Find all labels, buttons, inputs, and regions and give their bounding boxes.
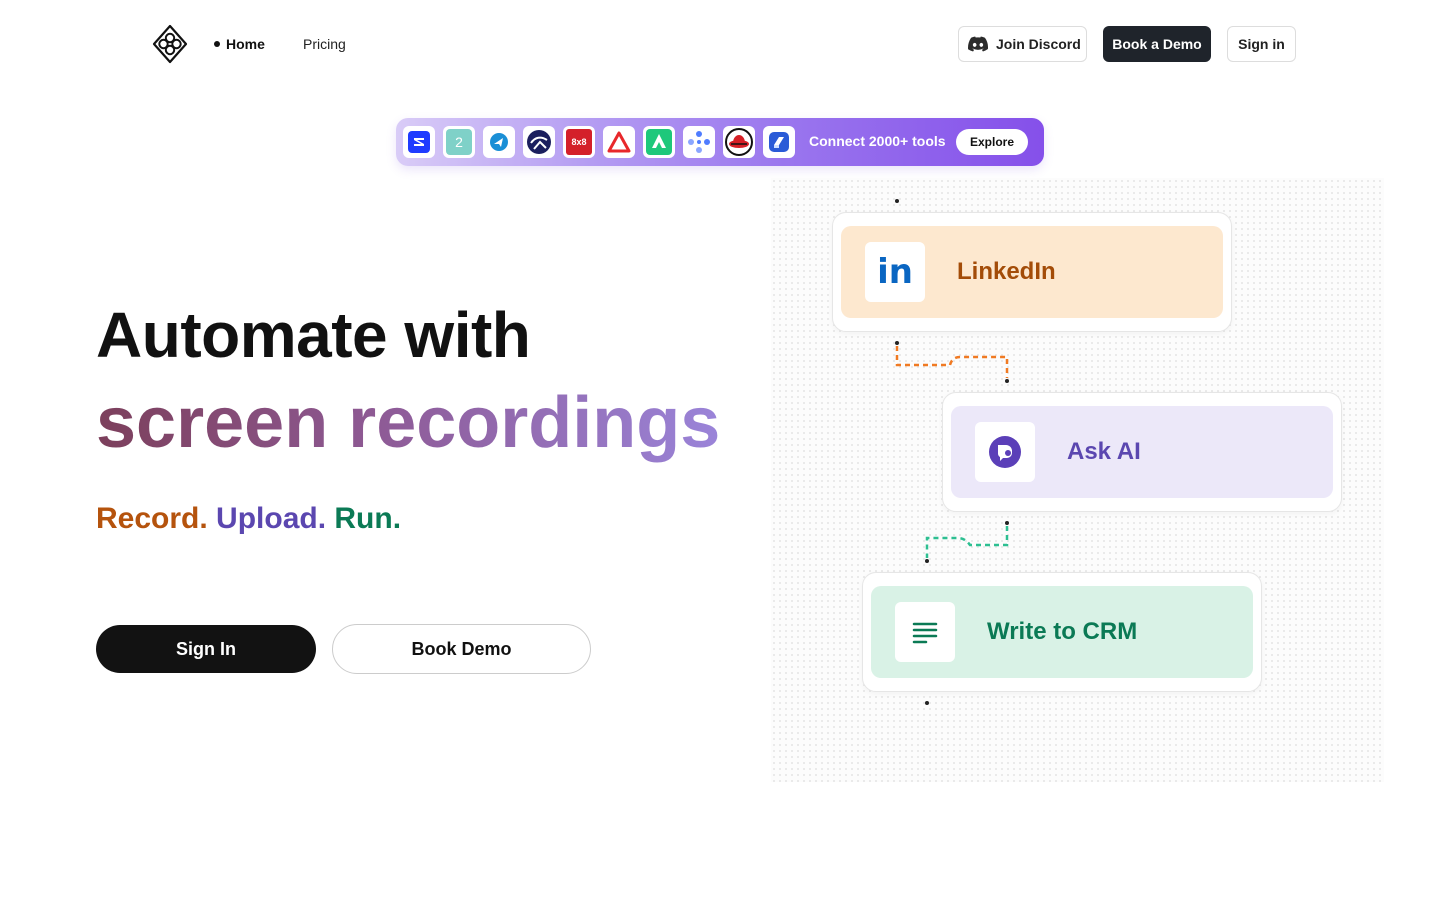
workflow-node-linkedin-label: LinkedIn: [957, 258, 1056, 285]
linkedin-icon: in: [865, 242, 925, 302]
hero-tagline: Record. Upload. Run.: [96, 502, 401, 536]
connect-tools-text: Connect 2000+ tools: [809, 133, 946, 149]
top-navigation: Home Pricing Join Discord Book a Demo Si…: [0, 0, 1440, 90]
blue-cube-logo-icon: [763, 126, 795, 158]
number-two-logo-icon: 2: [443, 126, 475, 158]
blue-square-logo-icon: [403, 126, 435, 158]
explore-button[interactable]: Explore: [956, 129, 1028, 155]
8x8-logo-icon: 8x8: [563, 126, 595, 158]
hero-sign-in-button[interactable]: Sign In: [96, 625, 316, 673]
red-hat-logo-icon: [723, 126, 755, 158]
tagline-record: Record.: [96, 502, 208, 535]
book-a-demo-button[interactable]: Book a Demo: [1103, 26, 1211, 62]
hero-book-demo-button[interactable]: Book Demo: [332, 624, 591, 674]
join-discord-button[interactable]: Join Discord: [958, 26, 1087, 62]
workflow-node-write-crm-label: Write to CRM: [987, 618, 1138, 645]
number-two-logo-text: 2: [446, 129, 472, 155]
workflow-node-write-crm-body: Write to CRM: [871, 586, 1253, 678]
tagline-upload: Upload.: [216, 502, 327, 535]
tagline-run: Run.: [334, 502, 402, 535]
brand-logo-icon[interactable]: [152, 24, 188, 64]
workflow-node-linkedin-body: in LinkedIn: [841, 226, 1223, 318]
workflow-node-ask-ai-body: Ask AI: [951, 406, 1333, 498]
green-arrow-logo-icon: [643, 126, 675, 158]
workflow-node-linkedin[interactable]: in LinkedIn: [832, 212, 1232, 332]
hero-heading-line1: Automate with: [96, 299, 531, 371]
linkedin-icon-text: in: [877, 252, 913, 292]
nav-pricing-link[interactable]: Pricing: [303, 36, 346, 52]
nav-home-link[interactable]: Home: [214, 36, 265, 52]
ai-chat-icon: [975, 422, 1035, 482]
nav-home-label: Home: [226, 36, 265, 52]
discord-icon: [968, 36, 988, 52]
lines-list-icon: [895, 602, 955, 662]
join-discord-label: Join Discord: [996, 36, 1081, 52]
dark-circle-logo-icon: [523, 126, 555, 158]
red-triangle-logo-icon: [603, 126, 635, 158]
workflow-node-ask-ai[interactable]: Ask AI: [942, 392, 1342, 512]
workflow-node-ask-ai-label: Ask AI: [1067, 438, 1141, 465]
dots-network-logo-icon: [683, 126, 715, 158]
integrations-banner: 2 8x8 Connect 2000+ tools Explore: [396, 118, 1044, 166]
8x8-logo-text: 8x8: [566, 129, 592, 155]
hero-heading-line2: screen recordings: [96, 383, 721, 463]
workflow-node-write-crm[interactable]: Write to CRM: [862, 572, 1262, 692]
blue-bird-logo-icon: [483, 126, 515, 158]
active-dot-icon: [214, 41, 220, 47]
sign-in-button[interactable]: Sign in: [1227, 26, 1296, 62]
